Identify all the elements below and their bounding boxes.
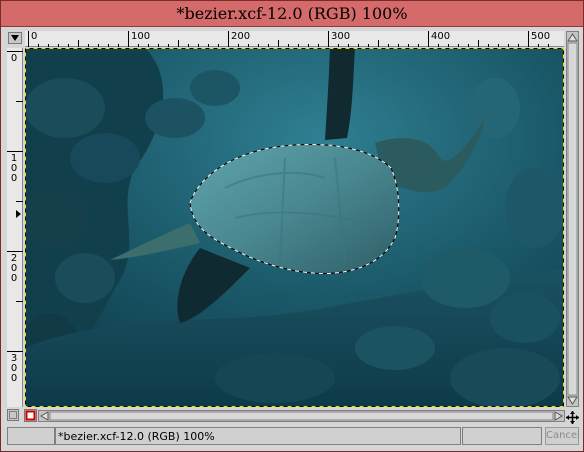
status-bar: *bezier.xcf-12.0 (RGB) 100% Cancel [7,427,580,447]
turtle-photo [25,48,564,407]
scroll-right-icon [554,411,564,421]
horizontal-scroll-thumb [49,411,554,421]
image-window: *bezier.xcf-12.0 (RGB) 100% 0 100 200 30… [0,0,584,452]
title-bar[interactable]: *bezier.xcf-12.0 (RGB) 100% [1,1,583,27]
navigate-button[interactable] [566,409,579,424]
status-text: *bezier.xcf-12.0 (RGB) 100% [58,430,215,443]
vertical-scroll-arrows [567,33,578,405]
image-menu-button[interactable] [8,32,22,44]
ruler-label-300: 300 [331,31,351,42]
ruler-label-100: 100 [131,31,151,42]
ruler-label-500: 500 [531,31,551,42]
scroll-up-icon [567,33,578,42]
vruler-label-0: 0 [10,53,18,64]
menu-arrow-icon [11,35,19,41]
scroll-down-icon [567,396,578,405]
quickmask-dotted-icon [9,411,17,419]
vertical-ruler[interactable]: 0 100 200 300 [7,48,23,407]
quickmask-toggle-button[interactable] [24,409,37,422]
vruler-label-100: 100 [10,153,18,184]
vruler-label-300: 300 [10,353,18,384]
progress-cell [462,427,542,445]
vruler-label-200: 200 [10,253,18,284]
horizontal-ruler-ticks [28,31,549,47]
quickmask-toggle-icon [25,410,36,421]
ruler-pointer-marker [16,210,21,218]
cancel-button[interactable]: Cancel [545,427,580,445]
ruler-label-400: 400 [431,31,451,42]
horizontal-ruler[interactable]: 0 100 200 300 400 500 [25,31,564,47]
ruler-label-0: 0 [31,31,38,42]
quickmask-off-button[interactable] [7,409,19,421]
scroll-left-icon [39,411,49,421]
navigate-cross-icon [566,411,579,424]
pointer-coords-cell [7,427,55,445]
status-message-cell: *bezier.xcf-12.0 (RGB) 100% [55,427,461,445]
vertical-scroll-thumb [567,42,578,396]
window-title: *bezier.xcf-12.0 (RGB) 100% [176,4,408,23]
image-canvas[interactable] [25,48,564,407]
ruler-label-200: 200 [231,31,251,42]
horizontal-scrollbar[interactable] [38,410,565,422]
vertical-scrollbar[interactable] [566,31,579,407]
horizontal-scroll-arrows [39,411,564,421]
